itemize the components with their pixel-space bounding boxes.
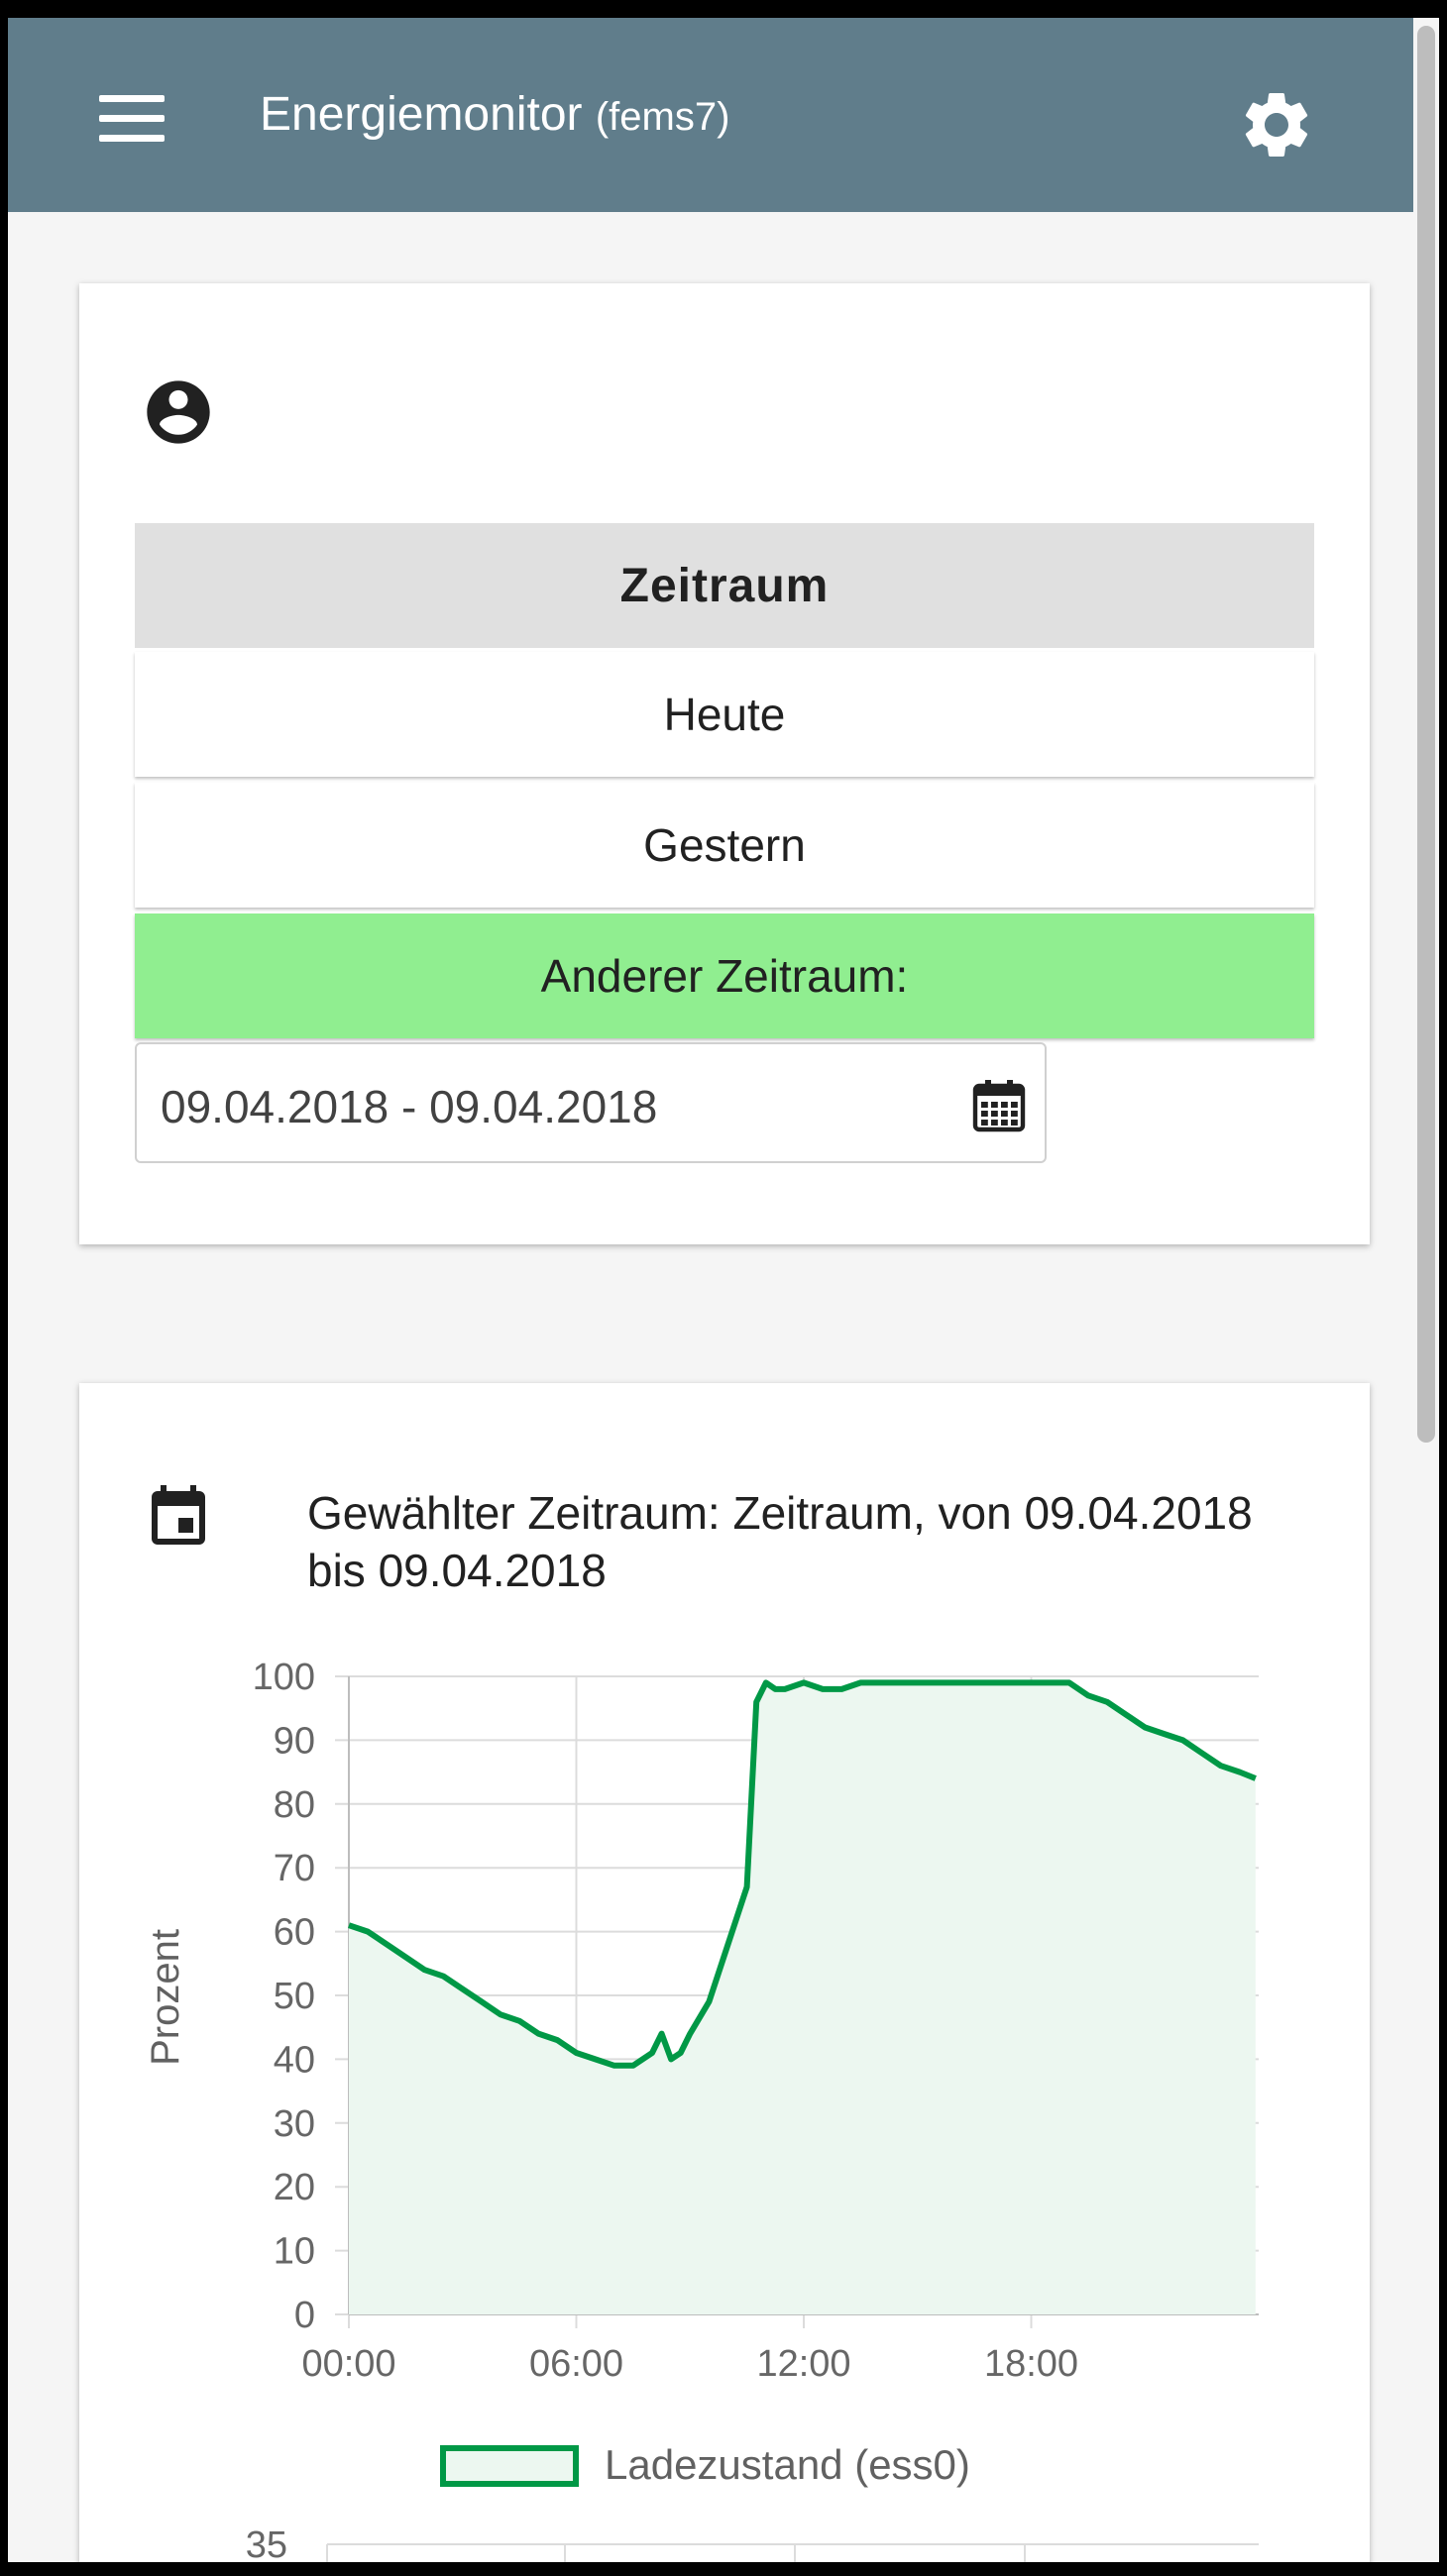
legend-swatch[interactable] bbox=[440, 2445, 579, 2487]
yesterday-button[interactable]: Gestern bbox=[135, 783, 1314, 908]
today-button[interactable]: Heute bbox=[135, 652, 1314, 777]
menu-button[interactable] bbox=[99, 95, 165, 143]
scrollbar-thumb[interactable] bbox=[1417, 26, 1435, 1443]
app-title-text: Energiemonitor bbox=[260, 88, 583, 141]
y-tick-label: 30 bbox=[274, 2103, 315, 2145]
y-tick-label: 90 bbox=[274, 1720, 315, 1762]
menu-icon-bar bbox=[99, 115, 165, 122]
calendar-icon[interactable] bbox=[971, 1078, 1027, 1133]
y-tick-label: 100 bbox=[253, 1657, 315, 1698]
series-area bbox=[349, 1682, 1256, 2314]
y-tick-label: 20 bbox=[274, 2167, 315, 2208]
y-tick-label: 40 bbox=[274, 2039, 315, 2081]
settings-button[interactable] bbox=[1237, 85, 1316, 164]
date-range-input[interactable]: 09.04.2018 - 09.04.2018 bbox=[135, 1042, 1047, 1163]
next-chart-tick-label: 35 bbox=[246, 2524, 287, 2562]
app-subtitle: (fems7) bbox=[595, 95, 730, 139]
account-circle-icon bbox=[147, 380, 210, 444]
y-tick-label: 70 bbox=[274, 1848, 315, 1889]
y-tick-label: 50 bbox=[274, 1976, 315, 2017]
x-tick-label: 00:00 bbox=[301, 2343, 395, 2385]
x-tick-label: 12:00 bbox=[756, 2343, 850, 2385]
toolbar: Energiemonitor (fems7) bbox=[8, 18, 1439, 212]
chart-card: Gewählter Zeitraum: Zeitraum, von 09.04.… bbox=[79, 1383, 1370, 2562]
period-header: Zeitraum bbox=[135, 523, 1314, 648]
gear-icon bbox=[1245, 92, 1308, 157]
legend-label: Ladezustand (ess0) bbox=[605, 2441, 970, 2488]
y-tick-label: 10 bbox=[274, 2231, 315, 2273]
app-screen: Energiemonitor (fems7) Zeitraum Heute Ge… bbox=[8, 18, 1439, 2562]
other-period-button[interactable]: Anderer Zeitraum: bbox=[135, 913, 1314, 1038]
menu-icon bbox=[99, 95, 165, 102]
soc-chart: 0 10 20 30 40 50 60 70 80 90 100 00:00 06:00 12:00 18… bbox=[144, 1657, 1259, 2562]
y-tick-label: 60 bbox=[274, 1912, 315, 1954]
y-tick-label: 80 bbox=[274, 1784, 315, 1826]
x-tick-label: 06:00 bbox=[529, 2343, 623, 2385]
app-title: Energiemonitor (fems7) bbox=[260, 87, 729, 142]
menu-icon-bar bbox=[99, 135, 165, 142]
period-selection-card: Zeitraum Heute Gestern Anderer Zeitraum:… bbox=[79, 283, 1370, 1244]
y-axis-label: Prozent bbox=[144, 1929, 187, 2066]
y-tick-label: 0 bbox=[294, 2295, 315, 2336]
date-range-value: 09.04.2018 - 09.04.2018 bbox=[161, 1081, 658, 1132]
x-tick-label: 18:00 bbox=[984, 2343, 1078, 2385]
